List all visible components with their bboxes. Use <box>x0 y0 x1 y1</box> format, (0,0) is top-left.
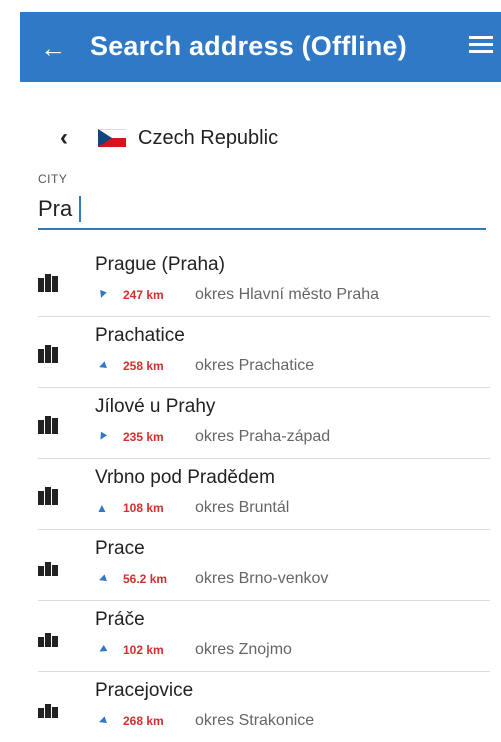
results-list: Prague (Praha) ▲ 247 km okres Hlavní město … <box>38 246 490 742</box>
country-selector[interactable]: ‹ Czech Republic <box>60 124 278 152</box>
result-meta: ▲ 268 km okres Strakonice <box>93 712 315 730</box>
result-meta: ▲ 258 km okres Prachatice <box>93 357 315 375</box>
result-distance: 235 km <box>123 430 164 444</box>
city-buildings-icon <box>38 698 60 718</box>
chevron-left-icon[interactable]: ‹ <box>60 124 98 152</box>
result-region: okres Praha-západ <box>195 428 331 445</box>
city-buildings-icon <box>38 343 60 363</box>
result-distance: 108 km <box>123 501 164 515</box>
result-item[interactable]: Jílové u Prahy ▲ 235 km okres Praha-západ <box>38 388 490 459</box>
result-name: Pracejovice <box>95 680 194 701</box>
text-cursor <box>79 196 81 222</box>
result-item[interactable]: Vrbno pod Pradědem ▲ 108 km okres Bruntál <box>38 459 490 530</box>
result-region: okres Strakonice <box>195 712 315 729</box>
city-buildings-icon <box>38 414 60 434</box>
direction-arrow-icon: ▲ <box>93 358 111 374</box>
back-arrow-icon[interactable]: ← <box>40 35 66 61</box>
result-region: okres Hlavní město Praha <box>195 286 380 303</box>
city-buildings-icon <box>38 272 60 292</box>
result-region: okres Brno-venkov <box>195 570 329 587</box>
direction-arrow-icon: ▲ <box>93 427 111 447</box>
result-name: Prachatice <box>95 325 185 346</box>
country-name: Czech Republic <box>138 126 279 149</box>
result-region: okres Bruntál <box>195 499 290 516</box>
result-item[interactable]: Práče ▲ 102 km okres Znojmo <box>38 601 490 672</box>
direction-arrow-icon: ▲ <box>93 713 111 729</box>
result-item[interactable]: Pracejovice ▲ 268 km okres Strakonice <box>38 672 490 742</box>
result-region: okres Prachatice <box>195 357 315 374</box>
result-distance: 268 km <box>123 714 164 728</box>
page-title: Search address (Offline) <box>90 31 407 61</box>
app-bar: ← Search address (Offline) <box>20 12 501 82</box>
direction-arrow-icon: ▲ <box>94 286 110 304</box>
result-meta: ▲ 56.2 km okres Brno-venkov <box>93 570 329 588</box>
result-distance: 102 km <box>123 643 164 657</box>
result-name: Práče <box>95 609 145 630</box>
direction-arrow-icon: ▲ <box>96 501 108 515</box>
result-distance: 258 km <box>123 359 164 373</box>
result-meta: ▲ 102 km okres Znojmo <box>92 641 292 659</box>
result-meta: ▲ 235 km okres Praha-západ <box>93 427 331 447</box>
result-distance: 247 km <box>123 288 164 302</box>
result-name: Prace <box>95 538 145 559</box>
result-name: Jílové u Prahy <box>95 396 216 417</box>
result-item[interactable]: Prace ▲ 56.2 km okres Brno-venkov <box>38 530 490 601</box>
direction-arrow-icon: ▲ <box>92 641 112 659</box>
czech-flag-icon <box>98 129 126 147</box>
city-buildings-icon <box>38 485 60 505</box>
result-distance: 56.2 km <box>123 572 168 586</box>
result-meta: ▲ 108 km okres Bruntál <box>95 499 289 517</box>
city-label: CITY <box>38 172 68 186</box>
menu-icon[interactable] <box>469 33 493 57</box>
result-region: okres Znojmo <box>195 641 292 658</box>
direction-arrow-icon: ▲ <box>93 571 111 587</box>
result-name: Prague (Praha) <box>95 254 225 275</box>
city-buildings-icon <box>38 556 60 576</box>
result-item[interactable]: Prague (Praha) ▲ 247 km okres Hlavní město … <box>38 246 490 317</box>
result-meta: ▲ 247 km okres Hlavní město Praha <box>94 286 380 304</box>
city-buildings-icon <box>38 627 60 647</box>
result-item[interactable]: Prachatice ▲ 258 km okres Prachatice <box>38 317 490 388</box>
result-name: Vrbno pod Pradědem <box>95 467 275 488</box>
city-input[interactable] <box>38 190 486 230</box>
